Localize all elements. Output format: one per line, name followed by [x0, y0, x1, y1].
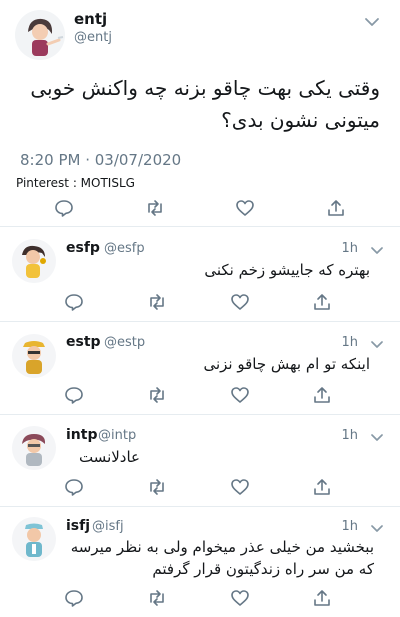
reply-tweet: esfp @esfp 1h بهتره که جاییشو زخم نکنی: [0, 227, 400, 322]
like-icon[interactable]: [229, 476, 251, 498]
isfj-avatar-icon[interactable]: [12, 517, 56, 561]
like-icon[interactable]: [234, 197, 256, 219]
reply-icon[interactable]: [63, 587, 85, 609]
tweet-text: وقتی یکی بهت چاقو بزنه چه واکنش خوبی میت…: [0, 72, 380, 136]
reply-tweet: isfj @isfj 1h ببخشید من خیلی عذر میخوام …: [0, 507, 400, 617]
reply-display-name[interactable]: estp: [66, 334, 101, 350]
retweet-icon[interactable]: [146, 587, 168, 609]
author-handle[interactable]: @entj: [74, 30, 112, 45]
chevron-down-icon[interactable]: [368, 241, 386, 259]
chevron-down-icon[interactable]: [368, 428, 386, 446]
reply-icon[interactable]: [63, 291, 85, 313]
reply-action-bar: [0, 476, 400, 500]
esfp-avatar-icon[interactable]: [12, 239, 56, 283]
share-icon[interactable]: [325, 197, 347, 219]
chevron-down-icon[interactable]: [362, 12, 382, 32]
reply-icon[interactable]: [63, 384, 85, 406]
reply-display-name[interactable]: isfj: [66, 518, 90, 534]
reply-text-line: ببخشید من خیلی عذر میخوام ولی به نظر میر…: [70, 538, 374, 556]
reply-time[interactable]: 1h: [341, 519, 358, 534]
tweet-text-line: وقتی یکی بهت چاقو بزنه چه واکنش خوبی: [30, 76, 380, 100]
source-credit: Pinterest : MOTISLG: [16, 176, 135, 190]
share-icon[interactable]: [311, 384, 333, 406]
retweet-icon[interactable]: [146, 476, 168, 498]
reply-time[interactable]: 1h: [341, 335, 358, 350]
share-icon[interactable]: [311, 291, 333, 313]
reply-display-name[interactable]: esfp: [66, 240, 100, 256]
retweet-icon[interactable]: [146, 291, 168, 313]
retweet-icon[interactable]: [144, 197, 166, 219]
reply-action-bar: [0, 587, 400, 611]
share-icon[interactable]: [311, 476, 333, 498]
reply-icon[interactable]: [63, 476, 85, 498]
reply-display-name[interactable]: intp: [66, 427, 97, 443]
author-display-name[interactable]: entj: [74, 10, 107, 28]
reply-handle[interactable]: @intp: [98, 428, 136, 443]
chevron-down-icon[interactable]: [368, 335, 386, 353]
reply-handle[interactable]: @estp: [104, 335, 145, 350]
like-icon[interactable]: [229, 384, 251, 406]
tweet-timestamp[interactable]: 8:20 PM · 03/07/2020: [20, 151, 181, 169]
reply-action-bar: [0, 384, 400, 408]
share-icon[interactable]: [311, 587, 333, 609]
main-tweet: entj @entj وقتی یکی بهت چاقو بزنه چه واک…: [0, 0, 400, 227]
like-icon[interactable]: [229, 291, 251, 313]
entj-avatar-icon[interactable]: [15, 10, 65, 60]
reply-text: اینکه تو ام بهش چاقو نزنی: [203, 355, 370, 373]
like-icon[interactable]: [229, 587, 251, 609]
reply-text-line: که من سر راه زندگیتون قرار گرفتم: [152, 560, 374, 578]
tweet-text-line: میتونی نشون بدی؟: [221, 108, 380, 132]
reply-text: ببخشید من خیلی عذر میخوام ولی به نظر میر…: [56, 536, 374, 580]
reply-text: عادلانست: [78, 448, 140, 466]
estp-avatar-icon[interactable]: [12, 334, 56, 378]
tweet-action-bar: [0, 197, 400, 221]
chevron-down-icon[interactable]: [368, 519, 386, 537]
reply-time[interactable]: 1h: [341, 241, 358, 256]
intp-avatar-icon[interactable]: [12, 426, 56, 470]
reply-handle[interactable]: @esfp: [104, 241, 145, 256]
reply-text: بهتره که جاییشو زخم نکنی: [204, 261, 370, 279]
reply-handle[interactable]: @isfj: [92, 519, 124, 534]
reply-tweet: estp @estp 1h اینکه تو ام بهش چاقو نزنی: [0, 322, 400, 415]
reply-icon[interactable]: [53, 197, 75, 219]
reply-time[interactable]: 1h: [341, 428, 358, 443]
retweet-icon[interactable]: [146, 384, 168, 406]
reply-action-bar: [0, 291, 400, 315]
reply-tweet: intp @intp 1h عادلانست: [0, 415, 400, 507]
